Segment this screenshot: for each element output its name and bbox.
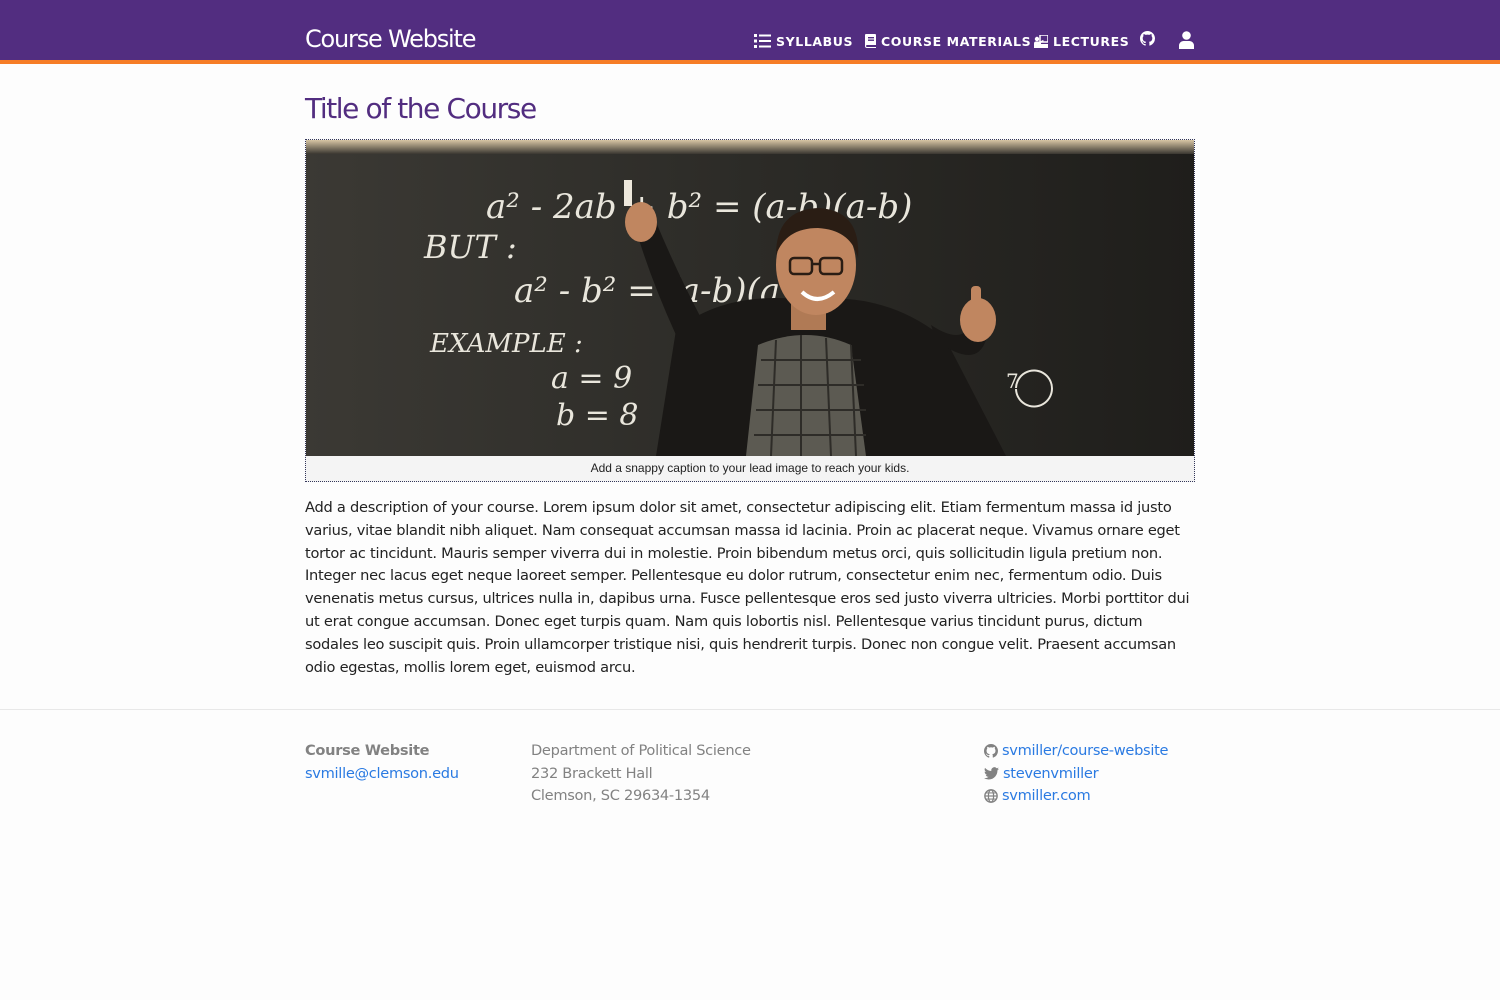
footer-twitter-link[interactable]: stevenvmiller bbox=[984, 763, 1168, 786]
svg-text:7: 7 bbox=[1006, 369, 1019, 393]
address-line-3: Clemson, SC 29634-1354 bbox=[531, 787, 710, 805]
footer-github-label: svmiller/course-website bbox=[1002, 742, 1169, 759]
github-icon bbox=[984, 744, 998, 758]
footer-email-link[interactable]: svmille@clemson.edu bbox=[305, 763, 459, 786]
globe-icon bbox=[984, 789, 998, 804]
chalk-line-4: EXAMPLE : bbox=[429, 329, 583, 359]
nav-syllabus[interactable]: SYLLABUS bbox=[754, 32, 853, 50]
nav-github-link[interactable] bbox=[1140, 31, 1155, 51]
chalk-line-2: BUT : bbox=[423, 228, 517, 266]
footer-contact: Course Website svmille@clemson.edu bbox=[305, 740, 459, 785]
footer-twitter-label: stevenvmiller bbox=[1003, 764, 1099, 782]
lead-image-figure: a² - 2ab + b² = (a-b)(a-b) BUT : a² - b²… bbox=[305, 139, 1195, 482]
footer-divider bbox=[0, 709, 1500, 710]
nav-lectures[interactable]: LECTURES bbox=[1034, 32, 1129, 50]
navbar-accent-bar bbox=[0, 60, 1500, 64]
nav-syllabus-label: SYLLABUS bbox=[776, 33, 854, 49]
footer-social: svmiller/course-website stevenvmiller sv… bbox=[984, 740, 1169, 808]
lead-image: a² - 2ab + b² = (a-b)(a-b) BUT : a² - b²… bbox=[306, 140, 1194, 456]
address-line-2: 232 Brackett Hall bbox=[531, 764, 653, 782]
navbar bbox=[0, 0, 1500, 60]
footer-address: Department of Political Science 232 Brac… bbox=[531, 740, 751, 808]
footer-website-label: svmiller.com bbox=[1002, 787, 1091, 805]
footer-website-link[interactable]: svmiller.com bbox=[984, 785, 1168, 808]
user-icon bbox=[1179, 31, 1194, 54]
chalk-line-6: b = 8 bbox=[556, 398, 639, 433]
course-description: Add a description of your course. Lorem … bbox=[305, 499, 1190, 676]
page-title: Title of the Course bbox=[305, 92, 537, 125]
nav-course-materials[interactable]: COURSE MATERIALS bbox=[865, 32, 1031, 50]
footer-github-link[interactable]: svmiller/course-website bbox=[984, 740, 1169, 763]
nav-user-link[interactable] bbox=[1179, 31, 1194, 54]
chalk-line-5: a = 9 bbox=[551, 361, 632, 396]
twitter-icon bbox=[984, 767, 999, 780]
nav-course-materials-label: COURSE MATERIALS bbox=[881, 33, 1032, 49]
site-brand-link[interactable]: Course Website bbox=[305, 24, 476, 54]
github-icon bbox=[1140, 31, 1155, 51]
book-icon bbox=[865, 34, 876, 48]
chalkboard-teacher-icon bbox=[1034, 34, 1048, 48]
address-line-1: Department of Political Science bbox=[531, 742, 751, 759]
nav-lectures-label: LECTURES bbox=[1053, 33, 1130, 49]
footer-site-name: Course Website bbox=[305, 742, 430, 759]
list-icon bbox=[754, 34, 771, 48]
image-caption: Add a snappy caption to your lead image … bbox=[590, 461, 910, 475]
